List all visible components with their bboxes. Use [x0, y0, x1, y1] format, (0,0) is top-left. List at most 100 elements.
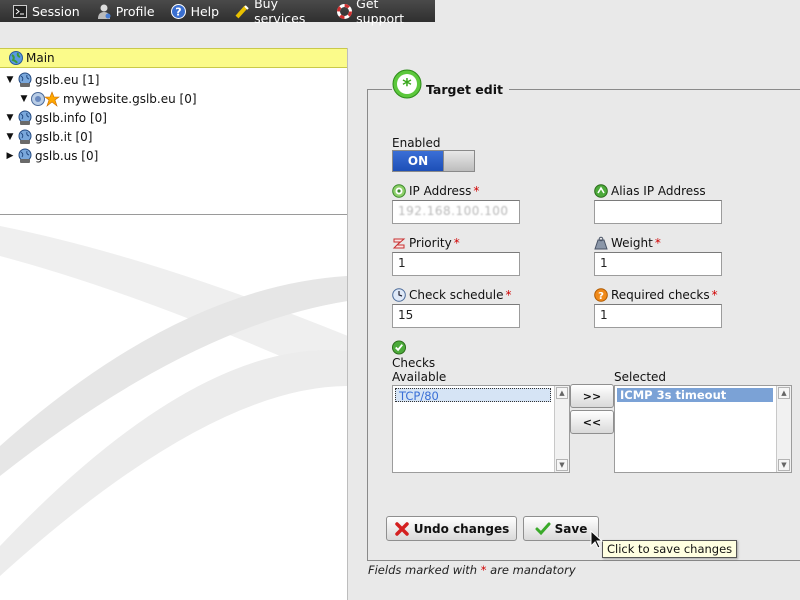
selected-checks-list[interactable]: ICMP 3s timeout ▲ ▼ — [614, 385, 792, 473]
menu-profile-label: Profile — [115, 3, 155, 19]
expand-toggle-icon[interactable]: ▼ — [4, 113, 16, 123]
tree-header[interactable]: Main — [0, 48, 347, 68]
clock-icon — [392, 288, 406, 302]
save-tooltip: Click to save changes — [602, 540, 738, 558]
required-mark: * — [654, 236, 661, 250]
green-check-icon — [535, 521, 551, 537]
schedule-label-text: Check schedule — [409, 288, 504, 302]
add-check-button[interactable]: >> — [570, 384, 614, 408]
menu-buy-services[interactable]: Buy services — [235, 0, 321, 26]
tree-item-label: gslb.eu [1] — [35, 72, 100, 87]
checks-icon-wrap — [392, 340, 409, 355]
undo-changes-button[interactable]: Undo changes — [386, 516, 517, 541]
available-option[interactable]: TCP/80 — [395, 388, 551, 403]
svg-text:?: ? — [175, 5, 181, 18]
check-schedule-label: Check schedule * — [392, 288, 512, 302]
ip-address-value: 192.168.100.100 — [398, 204, 509, 218]
available-label: Available — [392, 370, 447, 384]
required-checks-label-text: Required checks — [611, 288, 710, 302]
checkmark-icon — [392, 340, 406, 355]
tree-item-label: gslb.us [0] — [35, 148, 99, 163]
required-mark: * — [473, 184, 480, 198]
menu-profile[interactable]: Profile — [96, 3, 155, 19]
scroll-down-icon[interactable]: ▼ — [778, 459, 790, 471]
check-schedule-input[interactable]: 15 — [392, 304, 520, 328]
save-button[interactable]: Save — [523, 516, 599, 541]
scroll-up-icon[interactable]: ▲ — [556, 387, 568, 399]
expand-toggle-icon[interactable]: ▼ — [4, 132, 16, 142]
priority-icon — [392, 236, 406, 250]
terminal-icon — [12, 3, 28, 19]
weight-label: Weight * — [594, 236, 661, 250]
save-label: Save — [554, 521, 588, 536]
menu-session-label: Session — [32, 3, 80, 19]
tree-divider — [0, 214, 347, 215]
weight-input[interactable]: 1 — [594, 252, 722, 276]
priority-input[interactable]: 1 — [392, 252, 520, 276]
domain-globe-icon — [16, 148, 34, 164]
scrollbar[interactable]: ▲ ▼ — [554, 386, 569, 472]
red-x-icon — [394, 521, 410, 537]
required-mark: * — [711, 288, 718, 302]
footnote-star: * — [480, 563, 487, 577]
alias-ip-label: Alias IP Address — [594, 184, 706, 198]
toggle-knob — [443, 151, 474, 171]
svg-text:?: ? — [598, 291, 604, 302]
footnote-post: are mandatory — [490, 563, 576, 577]
priority-label: Priority * — [392, 236, 460, 250]
ip-label-text: IP Address — [409, 184, 472, 198]
undo-changes-label: Undo changes — [413, 521, 510, 536]
expand-toggle-icon[interactable]: ▼ — [4, 75, 16, 85]
tree-item-label: gslb.it [0] — [35, 129, 93, 144]
scroll-down-icon[interactable]: ▼ — [556, 459, 568, 471]
remove-check-button[interactable]: << — [570, 410, 614, 434]
domain-globe-icon — [16, 129, 34, 145]
mouse-cursor-icon — [590, 530, 604, 549]
enabled-label-text: Enabled — [392, 136, 441, 150]
menu-buy-services-label: Buy services — [254, 0, 306, 26]
available-checks-list[interactable]: TCP/80 ▲ ▼ — [392, 385, 570, 473]
question-icon: ? — [594, 288, 608, 302]
background-swoosh-decoration — [0, 226, 347, 576]
enabled-toggle-state: ON — [393, 151, 443, 171]
alias-ip-input[interactable] — [594, 200, 722, 224]
collapse-toggle-icon[interactable]: ▶ — [4, 151, 16, 161]
globe-icon — [9, 51, 23, 65]
footnote-pre: Fields marked with — [368, 563, 478, 577]
required-mark: * — [505, 288, 512, 302]
alias-label-text: Alias IP Address — [611, 184, 706, 198]
domain-globe-icon — [16, 110, 34, 126]
scrollbar[interactable]: ▲ ▼ — [776, 386, 791, 472]
menu-help[interactable]: ? Help — [171, 3, 220, 19]
menu-session[interactable]: Session — [12, 3, 80, 19]
tree-header-label: Main — [26, 51, 55, 65]
cart-icon — [235, 3, 250, 19]
expand-toggle-icon[interactable]: ▼ — [18, 94, 30, 104]
enabled-label: Enabled — [392, 136, 441, 150]
selected-option[interactable]: ICMP 3s timeout — [617, 388, 773, 402]
tree-item-gslb-info[interactable]: ▼ gslb.info [0] — [0, 108, 347, 127]
weight-label-text: Weight — [611, 236, 653, 250]
lifebuoy-icon — [337, 3, 353, 19]
tree-item-gslb-eu[interactable]: ▼ gslb.eu [1] — [0, 70, 347, 89]
ip-address-input[interactable]: 192.168.100.100 — [392, 200, 520, 224]
ip-address-label: IP Address * — [392, 184, 479, 198]
enabled-toggle[interactable]: ON — [392, 150, 475, 172]
tree-item-mywebsite[interactable]: ▼ mywebsite.gslb.eu [0] — [0, 89, 347, 108]
tree-item-gslb-it[interactable]: ▼ gslb.it [0] — [0, 127, 347, 146]
weight-icon — [594, 236, 608, 250]
svg-text:*: * — [402, 75, 412, 96]
tree-item-gslb-us[interactable]: ▶ gslb.us [0] — [0, 146, 347, 165]
menu-get-support[interactable]: Get support — [337, 0, 419, 26]
help-icon: ? — [171, 3, 187, 19]
mandatory-footnote: Fields marked with * are mandatory — [368, 563, 576, 577]
required-checks-input[interactable]: 1 — [594, 304, 722, 328]
domain-tree: ▼ gslb.eu [1] ▼ mywebsite.gslb.eu [0] ▼ … — [0, 68, 347, 165]
target-globe-star-icon — [30, 90, 62, 107]
menu-help-label: Help — [190, 3, 220, 19]
required-checks-label: ? Required checks * — [594, 288, 718, 302]
tree-item-label: gslb.info [0] — [35, 110, 107, 125]
scroll-up-icon[interactable]: ▲ — [778, 387, 790, 399]
checks-label: Checks — [392, 356, 436, 370]
menu-get-support-label: Get support — [356, 0, 405, 26]
